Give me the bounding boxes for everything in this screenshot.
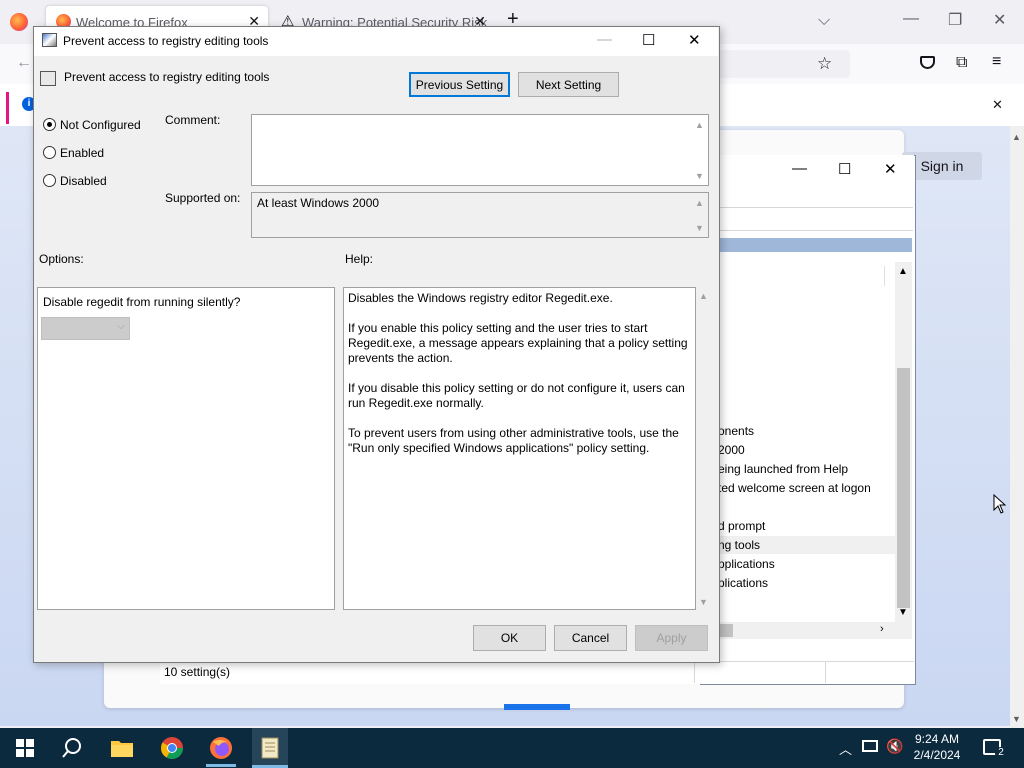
back-icon[interactable]: ←	[16, 54, 32, 72]
comment-label: Comment:	[165, 113, 221, 127]
radio-not-configured[interactable]	[43, 118, 56, 131]
page-scrollbar[interactable]	[1010, 126, 1024, 728]
scroll-up-icon[interactable]: ▲	[695, 198, 704, 208]
firefox-icon[interactable]	[206, 734, 236, 762]
settings-count: 10 setting(s)	[164, 665, 231, 679]
policy-setting-icon	[40, 71, 56, 86]
scroll-down-icon[interactable]: ▼	[699, 597, 708, 607]
radio-label[interactable]: Not Configured	[60, 118, 141, 132]
scroll-up-icon[interactable]: ▲	[1012, 132, 1021, 142]
close-icon[interactable]: ✕	[884, 160, 897, 178]
supported-label: Supported on:	[165, 191, 241, 205]
scroll-down-icon[interactable]: ▼	[695, 171, 704, 181]
status-divider	[694, 662, 695, 683]
column-divider	[884, 266, 885, 286]
policy-app-icon	[42, 33, 57, 47]
gpedit-status-bar	[160, 661, 914, 684]
restore-icon[interactable]: ❐	[948, 10, 962, 30]
volume-muted-icon[interactable]: 🔇	[886, 738, 903, 755]
firefox-running-indicator	[206, 764, 236, 767]
options-label: Options:	[39, 252, 84, 266]
scroll-down-icon[interactable]: ▼	[695, 223, 704, 233]
search-icon[interactable]	[57, 734, 87, 762]
policy-title: Prevent access to registry editing tools	[64, 70, 270, 84]
scroll-up-icon[interactable]: ▲	[699, 291, 708, 301]
close-notification-icon[interactable]: ✕	[992, 97, 1003, 113]
list-item[interactable]: 2000	[718, 443, 745, 457]
radio-label[interactable]: Disabled	[60, 174, 107, 188]
previous-setting-button[interactable]: Previous Setting	[409, 72, 510, 97]
dialog-title: Prevent access to registry editing tools	[63, 34, 269, 48]
list-item[interactable]: d prompt	[718, 519, 765, 533]
maximize-icon[interactable]: ☐	[838, 160, 851, 178]
scroll-right-icon[interactable]: ›	[880, 623, 884, 635]
list-item[interactable]: ted welcome screen at logon	[718, 481, 871, 495]
status-divider	[825, 662, 826, 683]
list-item[interactable]: eing launched from Help	[718, 462, 848, 476]
gpedit-scroll-thumb[interactable]	[897, 368, 910, 608]
help-text: Disables the Windows registry editor Reg…	[348, 291, 688, 455]
cancel-button[interactable]: Cancel	[554, 625, 627, 651]
minimize-icon[interactable]: —	[903, 10, 919, 28]
list-item[interactable]: plications	[718, 576, 768, 590]
chrome-icon[interactable]	[157, 734, 187, 762]
chevron-down-icon: ⌵	[117, 321, 125, 332]
radio-label[interactable]: Enabled	[60, 146, 104, 160]
chevron-up-icon[interactable]: ︿	[839, 739, 852, 758]
apply-button: Apply	[635, 625, 708, 651]
option-question: Disable regedit from running silently?	[43, 295, 241, 309]
comment-textarea[interactable]	[251, 114, 709, 186]
clock-date: 2/4/2024	[913, 748, 961, 762]
scroll-up-icon[interactable]: ▲	[898, 266, 908, 277]
list-item[interactable]: pplications	[718, 557, 775, 571]
hamburger-menu-icon[interactable]: ≡	[992, 53, 1001, 71]
gpedit-column-header	[701, 238, 912, 252]
taskbar-clock[interactable]: 9:24 AM 2/4/2024	[905, 731, 969, 763]
close-icon[interactable]: ✕	[688, 31, 701, 49]
list-item-selected[interactable]: ng tools	[701, 536, 898, 554]
option-dropdown: ⌵	[41, 317, 130, 340]
scroll-up-icon[interactable]: ▲	[695, 120, 704, 130]
network-icon[interactable]	[862, 740, 878, 752]
scroll-down-icon[interactable]: ▼	[898, 607, 908, 618]
mouse-cursor-icon	[993, 493, 1007, 517]
gpedit-titlebar	[700, 155, 914, 185]
start-button-windows-icon[interactable]	[10, 734, 40, 762]
list-item[interactable]: onents	[718, 424, 754, 438]
firefox-menu-icon[interactable]	[10, 13, 28, 31]
clock-time: 9:24 AM	[914, 732, 960, 746]
bookmark-star-icon[interactable]: ☆	[817, 54, 832, 74]
extensions-icon[interactable]: ⧉	[956, 54, 967, 72]
supported-value: At least Windows 2000	[257, 196, 380, 210]
next-setting-button[interactable]: Next Setting	[518, 72, 619, 97]
close-window-icon[interactable]: ✕	[993, 10, 1006, 30]
notification-count-badge: 2	[995, 747, 1007, 759]
maximize-icon[interactable]: ☐	[642, 31, 655, 49]
file-explorer-icon[interactable]	[107, 734, 137, 762]
progress-indicator	[504, 704, 570, 710]
list-all-tabs-icon[interactable]: ⌵	[818, 12, 830, 30]
radio-disabled[interactable]	[43, 174, 56, 187]
scroll-down-icon[interactable]: ▼	[1012, 714, 1021, 724]
gpedit-toolbar	[701, 207, 913, 231]
radio-enabled[interactable]	[43, 146, 56, 159]
ok-button[interactable]: OK	[473, 625, 546, 651]
minimize-icon: —	[597, 31, 612, 48]
notification-accent	[6, 92, 9, 124]
help-label: Help:	[345, 252, 374, 266]
policy-editor-taskbar-icon[interactable]	[252, 728, 288, 768]
minimize-icon[interactable]: —	[792, 160, 807, 177]
